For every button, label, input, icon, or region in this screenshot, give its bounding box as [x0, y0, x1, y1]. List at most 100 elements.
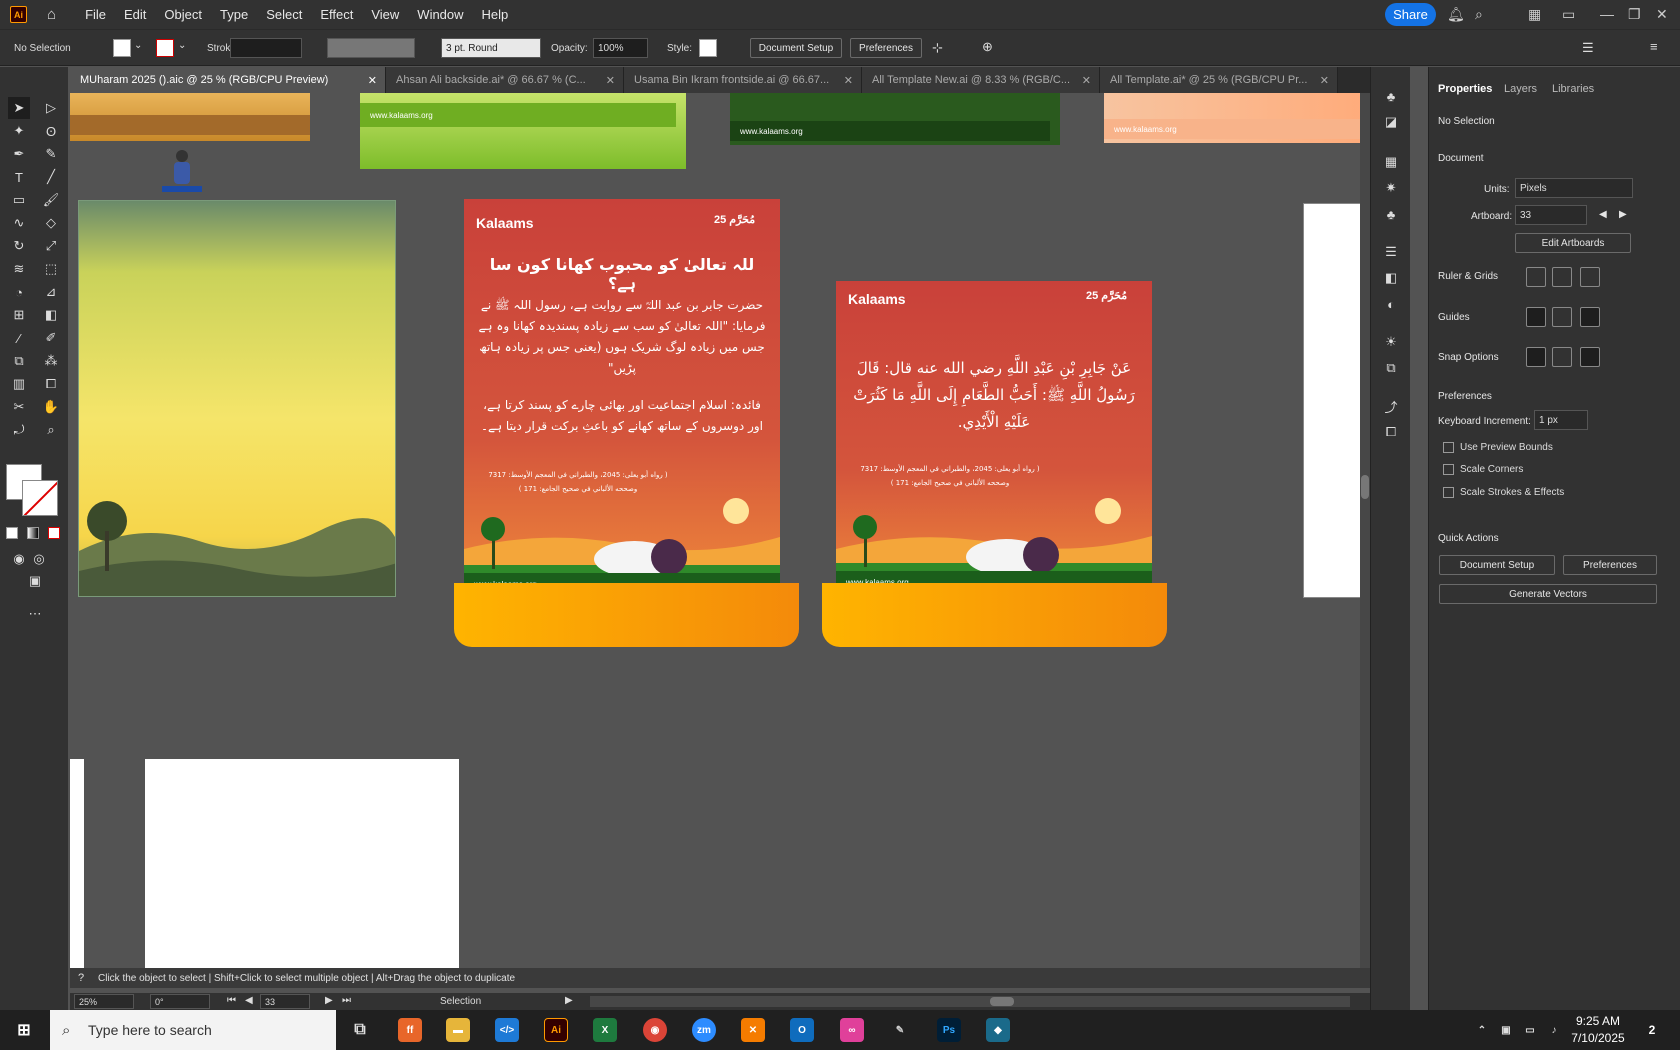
smart-guides-icon[interactable] — [1580, 307, 1600, 327]
generate-vectors-button[interactable]: Generate Vectors — [1439, 584, 1657, 604]
more-tools-icon[interactable]: ⋯ — [24, 603, 46, 625]
volume-icon[interactable]: ♪ — [1542, 1018, 1566, 1042]
units-select[interactable]: Pixels — [1515, 178, 1633, 198]
gradient-mode-icon[interactable] — [27, 527, 39, 539]
artboard-select[interactable]: 33 — [1515, 205, 1587, 225]
notification-icon[interactable]: 2 — [1640, 1018, 1664, 1042]
artboard-blank-left[interactable] — [70, 759, 84, 968]
gradient-panel-icon[interactable]: ◧ — [1380, 267, 1402, 289]
tray-chevron-icon[interactable]: ⌃ — [1470, 1018, 1494, 1042]
snap-grid-icon[interactable] — [1552, 347, 1572, 367]
prev-artboard-icon[interactable]: ◀ — [245, 995, 253, 1006]
artboard-partial-2[interactable]: www.kalaams.org — [360, 93, 686, 169]
rotate-view-icon[interactable]: ⤾ — [8, 419, 30, 441]
praying-figure-icon[interactable] — [158, 146, 206, 194]
scale-tool-icon[interactable]: ⤢ — [40, 235, 62, 257]
brushes-icon[interactable]: ✷ — [1380, 177, 1402, 199]
grid-icon[interactable] — [1552, 267, 1572, 287]
free-transform-icon[interactable]: ⬚ — [40, 258, 62, 280]
puppet-warp-icon[interactable]: ⊕ — [982, 39, 993, 55]
menu-object[interactable]: Object — [155, 7, 211, 22]
workspace-icon[interactable]: ▦ — [1528, 6, 1541, 23]
menu-type[interactable]: Type — [211, 7, 257, 22]
scale-strokes-checkbox[interactable]: Scale Strokes & Effects — [1443, 487, 1564, 498]
stroke-weight-input[interactable] — [230, 38, 302, 58]
brush-select[interactable]: 3 pt. Round — [441, 38, 541, 58]
zoom-icon[interactable]: zm — [692, 1018, 716, 1042]
tab-muharram[interactable]: MUharam 2025 ().aic @ 25 % (RGB/CPU Prev… — [70, 67, 386, 93]
first-artboard-icon[interactable]: ⏮ — [227, 995, 236, 1006]
type-tool-icon[interactable]: T — [8, 166, 30, 188]
measure-icon[interactable]: ✐ — [40, 327, 62, 349]
network-icon[interactable]: ▭ — [1518, 1018, 1542, 1042]
close-icon[interactable]: ✕ — [1656, 6, 1668, 23]
menu-view[interactable]: View — [362, 7, 408, 22]
menu-file[interactable]: File — [76, 7, 115, 22]
line-tool-icon[interactable]: ╱ — [40, 166, 62, 188]
chevron-down-icon[interactable]: ⌄ — [134, 40, 142, 51]
transparency-grid-icon[interactable] — [1580, 267, 1600, 287]
graph-tool-icon[interactable]: ▥ — [8, 373, 30, 395]
transparency-icon[interactable]: ◐ — [1380, 293, 1402, 315]
document-icon[interactable]: ◪ — [1380, 111, 1402, 133]
close-icon[interactable]: ✕ — [844, 74, 853, 87]
symbol-sprayer-icon[interactable]: ⁂ — [40, 350, 62, 372]
app-icon[interactable]: ◆ — [986, 1018, 1010, 1042]
creative-cloud-icon[interactable]: ∞ — [840, 1018, 864, 1042]
keyboard-increment-input[interactable]: 1 px — [1534, 410, 1588, 430]
menu-effect[interactable]: Effect — [311, 7, 362, 22]
artboard-partial-1[interactable] — [70, 93, 310, 141]
vscode-icon[interactable]: </> — [495, 1018, 519, 1042]
opacity-input[interactable]: 100% — [593, 38, 648, 58]
none-mode-icon[interactable] — [48, 527, 60, 539]
last-artboard-icon[interactable]: ⏭ — [342, 995, 351, 1006]
tab-layers[interactable]: Layers — [1504, 83, 1537, 95]
card-base-2[interactable] — [822, 583, 1167, 647]
next-artboard-icon[interactable]: ▶ — [325, 995, 333, 1006]
tray-app-icon[interactable]: ▣ — [1494, 1018, 1518, 1042]
menu-window[interactable]: Window — [408, 7, 472, 22]
tab-template-new[interactable]: All Template New.ai @ 8.33 % (RGB/C... ✕ — [862, 67, 1100, 93]
next-artboard-icon[interactable]: ▶ — [1619, 209, 1627, 220]
zoom-select[interactable]: 25% — [74, 994, 134, 1009]
rulers-icon[interactable] — [1526, 267, 1546, 287]
lasso-icon[interactable]: ʘ — [40, 120, 62, 142]
pen-tool-icon[interactable]: ✒ — [8, 143, 30, 165]
close-icon[interactable]: ✕ — [368, 74, 377, 87]
align-icon[interactable]: ⊹ — [932, 40, 943, 56]
file-explorer-icon[interactable]: ▬ — [446, 1018, 470, 1042]
magic-wand-icon[interactable]: ✦ — [8, 120, 30, 142]
use-preview-bounds-checkbox[interactable]: Use Preview Bounds — [1443, 442, 1553, 453]
close-icon[interactable]: ✕ — [606, 74, 615, 87]
chevron-down-icon[interactable]: ⌄ — [178, 40, 186, 51]
artboard-urdu-card[interactable]: Kalaams مُحَرَّم 25 للہ تعالیٰ کو محبوب … — [464, 199, 780, 599]
menu-edit[interactable]: Edit — [115, 7, 155, 22]
excel-icon[interactable]: X — [593, 1018, 617, 1042]
share-button[interactable]: Share — [1385, 3, 1436, 26]
screen-mode-icon[interactable]: ▣ — [24, 570, 46, 592]
prev-artboard-icon[interactable]: ◀ — [1599, 209, 1607, 220]
document-setup-button[interactable]: Document Setup — [750, 38, 842, 58]
scrollbar-thumb[interactable] — [1361, 475, 1369, 499]
pen-app-icon[interactable]: ✎ — [888, 1018, 912, 1042]
outlook-icon[interactable]: O — [790, 1018, 814, 1042]
paintbrush-icon[interactable]: 🖌︎ — [40, 189, 62, 211]
taskbar-search[interactable]: ⌕ Type here to search — [50, 1010, 336, 1050]
graphic-styles-icon[interactable]: ⧉ — [1380, 357, 1402, 379]
qa-document-setup-button[interactable]: Document Setup — [1439, 555, 1555, 575]
rotate-select[interactable]: 0° — [150, 994, 210, 1009]
artboards-panel-icon[interactable]: ⧠ — [1380, 421, 1402, 443]
horizontal-scrollbar[interactable] — [590, 996, 1350, 1007]
menu-help[interactable]: Help — [473, 7, 518, 22]
appearance-icon[interactable]: ☀ — [1380, 331, 1402, 353]
chrome-icon[interactable]: ◉ — [643, 1018, 667, 1042]
direct-selection-tool-icon[interactable]: ▷ — [40, 97, 62, 119]
artboard-blank-bottom[interactable] — [145, 759, 459, 968]
draw-normal-icon[interactable]: ◉ — [8, 548, 30, 570]
clock-date[interactable]: 7/10/2025 — [1568, 1031, 1628, 1045]
opacity-label[interactable]: Opacity: — [551, 43, 588, 54]
scrollbar-thumb[interactable] — [990, 997, 1014, 1006]
qa-preferences-button[interactable]: Preferences — [1563, 555, 1657, 575]
curvature-tool-icon[interactable]: ✎ — [40, 143, 62, 165]
card-base-1[interactable] — [454, 583, 799, 647]
